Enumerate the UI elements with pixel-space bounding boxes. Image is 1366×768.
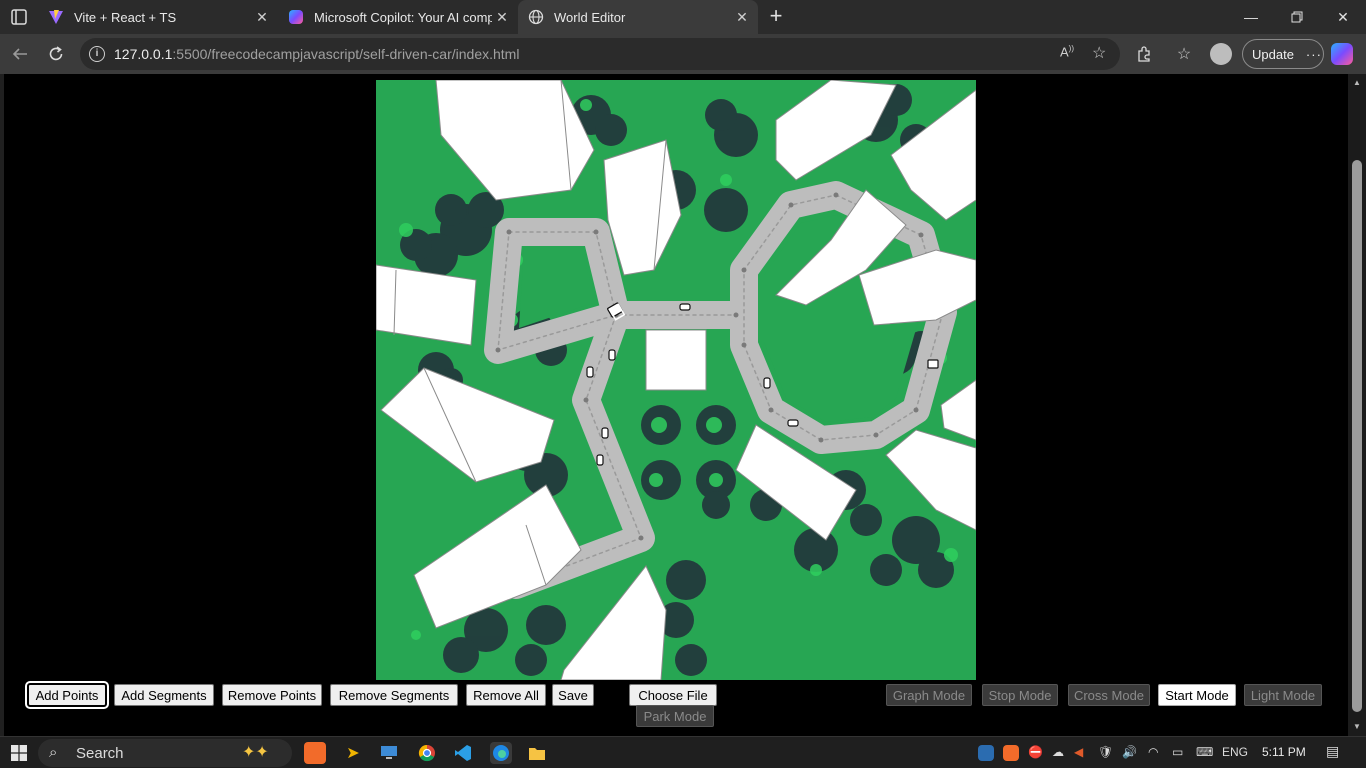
tray-network-off-icon[interactable]: ⛔ [1028, 745, 1043, 759]
remove-all-button[interactable]: Remove All [466, 684, 546, 706]
wifi-icon[interactable]: ◠ [1148, 745, 1158, 759]
page-viewport: Add Points Add Segments Remove Points Re… [4, 74, 1348, 736]
reload-icon [49, 46, 63, 61]
tab-copilot[interactable]: Microsoft Copilot: Your AI compa ✕ [278, 0, 518, 34]
add-points-button[interactable]: Add Points [25, 681, 109, 709]
globe-icon [528, 9, 544, 25]
volume-icon[interactable]: 🔊 [1122, 745, 1137, 759]
remote-desktop-icon[interactable] [378, 742, 400, 764]
close-tab-icon[interactable]: ✕ [252, 9, 272, 26]
update-button[interactable]: Update ··· [1242, 39, 1324, 69]
security-shield-icon[interactable]: 🛡 [1098, 745, 1113, 759]
keyboard-layout-icon[interactable]: ⌨ [1196, 745, 1213, 759]
tab-actions-icon [11, 9, 27, 25]
chrome-icon[interactable] [416, 742, 438, 764]
start-mode-button[interactable]: Start Mode [1158, 684, 1236, 706]
profile-avatar[interactable] [1210, 43, 1232, 65]
new-tab-button[interactable]: + [764, 5, 788, 29]
world-canvas[interactable] [376, 80, 976, 680]
clock[interactable]: 5:11 PM [1262, 745, 1306, 759]
url-text[interactable]: 127.0.0.1:5500/freecodecampjavascript/se… [114, 46, 519, 62]
tab-world-editor[interactable]: World Editor ✕ [518, 0, 758, 34]
restore-icon [1291, 11, 1303, 23]
stop-mode-button[interactable]: Stop Mode [982, 684, 1058, 706]
extensions-icon[interactable] [1132, 42, 1156, 66]
graph-mode-button[interactable]: Graph Mode [886, 684, 972, 706]
vscode-icon[interactable] [452, 742, 474, 764]
tray-app-icon[interactable] [978, 745, 994, 761]
tab-title: Microsoft Copilot: Your AI compa [314, 9, 492, 25]
tab-title: Vite + React + TS [74, 9, 177, 25]
back-button[interactable] [8, 42, 32, 66]
edge-icon[interactable] [490, 742, 512, 764]
windows-start-icon[interactable] [8, 742, 30, 764]
site-info-icon[interactable]: i [89, 46, 105, 62]
close-tab-icon[interactable]: ✕ [732, 9, 752, 26]
tab-actions-button[interactable] [8, 6, 32, 28]
search-placeholder: Search [76, 744, 124, 762]
notifications-icon[interactable]: ▤ [1326, 743, 1339, 760]
cross-mode-button[interactable]: Cross Mode [1068, 684, 1150, 706]
taskbar: ⌕ Search ✦✦ ➤ ⛔ ☁ ◀ 🛡 🔊 ◠ ▭ ⌨ ENG 5:11 P… [0, 736, 1366, 768]
reload-button[interactable] [44, 42, 68, 66]
tray-xampp-icon[interactable] [1003, 745, 1019, 761]
favorites-icon[interactable]: ☆ [1172, 42, 1196, 66]
remove-points-button[interactable]: Remove Points [222, 684, 322, 706]
address-bar[interactable]: i 127.0.0.1:5500/freecodecampjavascript/… [80, 38, 1120, 70]
back-arrow-icon [12, 48, 27, 60]
tab-title: World Editor [554, 9, 626, 25]
more-menu-icon[interactable]: ··· [1306, 47, 1322, 62]
xampp-icon[interactable] [304, 742, 326, 764]
light-mode-button[interactable]: Light Mode [1244, 684, 1322, 706]
choose-file-button[interactable]: Choose File [629, 684, 717, 706]
vertical-scrollbar[interactable]: ▲ ▼ [1348, 74, 1366, 736]
read-aloud-icon[interactable]: A)) [1060, 44, 1074, 59]
close-tab-icon[interactable]: ✕ [492, 9, 512, 26]
tab-vite[interactable]: Vite + React + TS ✕ [38, 0, 278, 34]
close-window-button[interactable]: ✕ [1320, 0, 1366, 34]
tray-tool-icon[interactable]: ◀ [1074, 745, 1083, 759]
navigation-bar: i 127.0.0.1:5500/freecodecampjavascript/… [0, 34, 1366, 74]
onedrive-icon[interactable]: ☁ [1052, 745, 1064, 759]
battery-icon[interactable]: ▭ [1172, 745, 1183, 759]
filezilla-icon[interactable]: ➤ [342, 742, 364, 764]
scroll-thumb[interactable] [1352, 160, 1362, 712]
vite-icon [48, 9, 64, 25]
sparkle-icon: ✦✦ [242, 744, 269, 761]
remove-segments-button[interactable]: Remove Segments [330, 684, 458, 706]
copilot-icon [288, 9, 304, 25]
taskbar-search[interactable]: ⌕ Search ✦✦ [38, 739, 292, 767]
scroll-down-icon[interactable]: ▼ [1352, 722, 1362, 732]
restore-button[interactable] [1274, 0, 1320, 34]
language-indicator[interactable]: ENG [1222, 745, 1248, 759]
tab-bar: Vite + React + TS ✕ Microsoft Copilot: Y… [0, 0, 1366, 34]
search-icon: ⌕ [49, 744, 58, 761]
minimize-button[interactable]: — [1228, 0, 1274, 34]
file-explorer-icon[interactable] [526, 742, 548, 764]
park-mode-button[interactable]: Park Mode [636, 705, 714, 727]
favorite-star-icon[interactable]: ☆ [1092, 43, 1106, 63]
copilot-sidebar-icon[interactable] [1331, 43, 1353, 65]
update-label: Update [1252, 46, 1294, 62]
add-segments-button[interactable]: Add Segments [114, 684, 214, 706]
save-button[interactable]: Save [552, 684, 594, 706]
scroll-up-icon[interactable]: ▲ [1352, 78, 1362, 88]
